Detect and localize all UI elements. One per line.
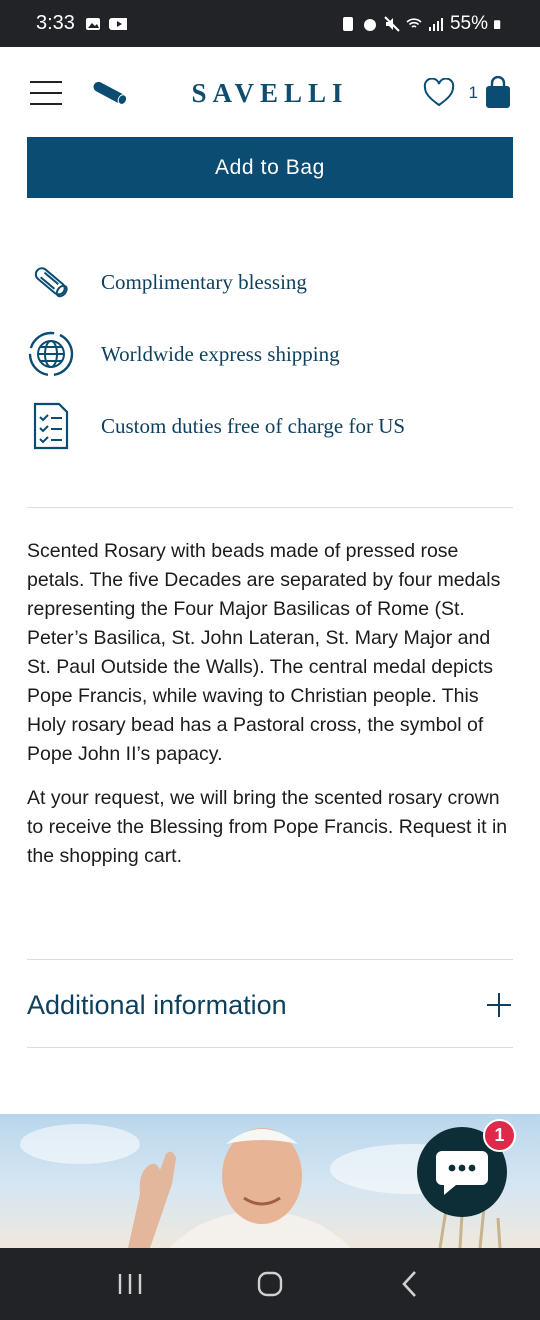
feature-item-duties: Custom duties free of charge for US: [27, 390, 513, 462]
wifi-icon: [406, 17, 422, 28]
mute-icon: [384, 15, 400, 32]
product-description: Scented Rosary with beads made of presse…: [27, 537, 517, 871]
additional-info-accordion[interactable]: Additional information: [27, 962, 513, 1048]
shopping-bag-icon[interactable]: [484, 76, 512, 110]
wishlist-heart-icon[interactable]: [423, 78, 455, 108]
chat-bubble-icon: [436, 1151, 488, 1195]
feature-item-blessing: Complimentary blessing: [27, 246, 513, 318]
feature-item-shipping: Worldwide express shipping: [27, 318, 513, 390]
back-button[interactable]: [380, 1259, 440, 1309]
bag-count: 1: [468, 83, 478, 102]
feature-label: Worldwide express shipping: [101, 341, 340, 366]
back-icon: [402, 1271, 416, 1297]
battery-saver-icon: [342, 16, 353, 31]
recent-apps-button[interactable]: [100, 1259, 160, 1309]
youtube-icon: [108, 17, 127, 30]
status-time: 3:33: [36, 12, 75, 34]
alarm-icon: [363, 18, 376, 31]
divider: [27, 959, 513, 960]
feature-label: Complimentary blessing: [101, 269, 307, 294]
description-paragraph: At your request, we will bring the scent…: [27, 787, 508, 867]
signal-icon: [428, 17, 443, 31]
recent-apps-icon: [118, 1274, 142, 1294]
checklist-icon: [33, 402, 69, 450]
feature-list: Complimentary blessing Worldwide express…: [27, 246, 513, 462]
accordion-title: Additional information: [27, 989, 287, 1020]
divider: [27, 1047, 513, 1048]
home-icon: [257, 1271, 283, 1297]
scroll-icon: [93, 81, 128, 105]
menu-icon[interactable]: [28, 75, 64, 111]
divider: [27, 507, 513, 508]
add-to-bag-button[interactable]: Add to Bag: [27, 137, 513, 198]
gallery-icon: [85, 17, 100, 30]
globe-icon: [28, 331, 74, 377]
chat-notification-badge: 1: [483, 1119, 516, 1152]
battery-percent: 55%: [449, 12, 488, 34]
home-button[interactable]: [240, 1259, 300, 1309]
feature-label: Custom duties free of charge for US: [101, 413, 406, 438]
system-nav-bar: [0, 1248, 540, 1320]
scroll-icon: [34, 267, 68, 298]
site-header: SAVELLI 1: [0, 47, 540, 139]
description-paragraph: Scented Rosary with beads made of presse…: [27, 540, 501, 765]
status-bar: 3:33 55%: [0, 0, 540, 47]
plus-icon[interactable]: [487, 993, 511, 1017]
battery-icon: [494, 19, 501, 29]
